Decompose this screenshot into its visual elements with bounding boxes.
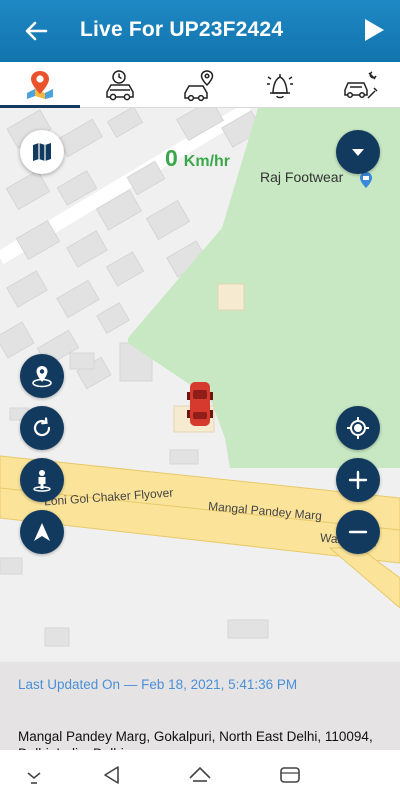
- car-location-icon: [184, 70, 214, 102]
- system-nav-bar: [0, 750, 400, 800]
- tab-bar: [0, 62, 400, 108]
- zoom-in-button[interactable]: [336, 458, 380, 502]
- tab-live-map[interactable]: [0, 62, 80, 108]
- speed-unit: Km/hr: [183, 153, 231, 170]
- vehicle-info-panel: Last Updated On — Feb 18, 2021, 5:41:36 …: [0, 662, 400, 750]
- navigate-button[interactable]: [20, 510, 64, 554]
- car-history-icon: [106, 70, 134, 101]
- tab-history[interactable]: [80, 62, 160, 108]
- alarm-bell-icon: [267, 74, 293, 99]
- refresh-icon: [33, 417, 51, 437]
- address-text: Mangal Pandey Marg, Gokalpuri, North Eas…: [18, 729, 373, 750]
- crosshair-icon: [347, 417, 369, 439]
- navigation-arrow-icon: [34, 523, 50, 541]
- map-type-button[interactable]: [20, 130, 64, 174]
- my-location-button[interactable]: [336, 406, 380, 450]
- plus-icon: [348, 470, 368, 490]
- back-nav-icon[interactable]: [100, 764, 124, 786]
- tab-alerts[interactable]: [240, 62, 320, 108]
- vehicle-marker-icon[interactable]: [186, 380, 214, 428]
- play-icon[interactable]: [362, 17, 386, 43]
- place-marker-button[interactable]: [20, 354, 64, 398]
- speed-value: 0: [165, 145, 178, 171]
- back-arrow-icon[interactable]: [22, 17, 50, 45]
- dropdown-button[interactable]: [336, 130, 380, 174]
- tab-location[interactable]: [160, 62, 240, 108]
- place-label: Raj Footwear: [260, 169, 344, 185]
- speed-readout: 0 Km/hr: [165, 145, 230, 172]
- minus-icon: [348, 530, 368, 534]
- car-service-icon: [344, 71, 378, 99]
- caret-down-icon: [352, 149, 364, 156]
- map-view[interactable]: 0 Km/hr Raj Footwear Loni Gol Chaker Flyo…: [0, 108, 400, 662]
- person-icon: [33, 470, 51, 492]
- location-pin-icon: [32, 366, 52, 388]
- tab-service[interactable]: [320, 62, 400, 108]
- map-pin-icon: [27, 70, 53, 99]
- app-bar: Live For UP23F2424: [0, 0, 400, 62]
- keyboard-hide-icon[interactable]: [22, 764, 46, 786]
- map-fold-icon: [33, 143, 51, 161]
- home-nav-icon[interactable]: [188, 764, 212, 786]
- street-view-button[interactable]: [20, 458, 64, 502]
- recents-nav-icon[interactable]: [278, 764, 302, 786]
- zoom-out-button[interactable]: [336, 510, 380, 554]
- last-updated-text: Last Updated On — Feb 18, 2021, 5:41:36 …: [18, 677, 298, 692]
- refresh-button[interactable]: [20, 406, 64, 450]
- page-title: Live For UP23F2424: [80, 18, 284, 41]
